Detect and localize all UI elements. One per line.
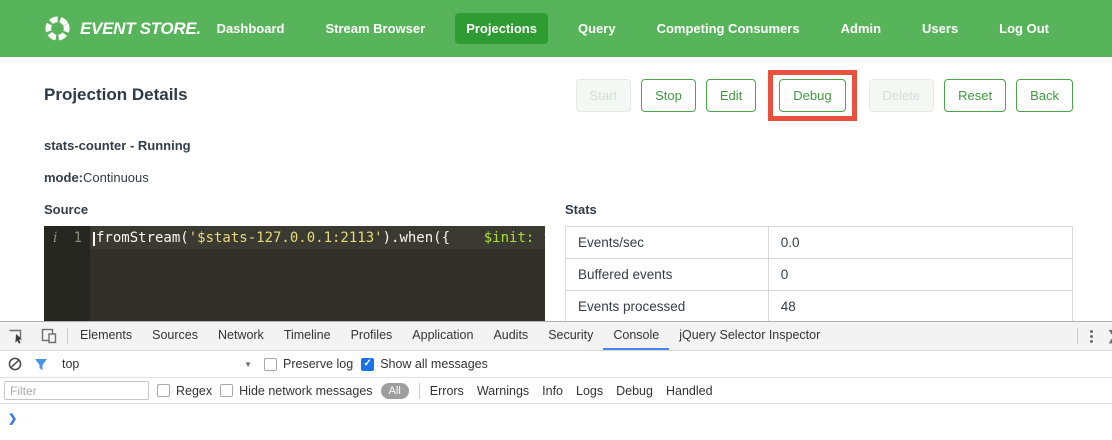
filter-icon[interactable] — [32, 358, 50, 371]
gutter-annotation-marker: i — [53, 228, 57, 249]
stat-value: 48 — [768, 291, 1072, 323]
code-plain-2: ).when({ — [383, 230, 484, 246]
table-row: Events/sec 0.0 — [566, 227, 1073, 259]
debug-highlight-box: Debug — [768, 70, 856, 121]
divider — [67, 328, 68, 344]
console-prompt-chevron: ❯ — [8, 413, 17, 425]
devtools-menu-icon[interactable] — [1080, 330, 1103, 343]
tab-elements[interactable]: Elements — [70, 322, 142, 350]
start-button[interactable]: Start — [576, 79, 631, 112]
tab-application[interactable]: Application — [402, 322, 483, 350]
code-line-1: fromStream('$stats-127.0.0.1:2113').when… — [90, 226, 545, 249]
console-filter-bar: Regex Hide network messages All Errors W… — [0, 378, 1112, 404]
nav-item-stream-browser[interactable]: Stream Browser — [314, 13, 436, 44]
tab-jquery-selector-inspector[interactable]: jQuery Selector Inspector — [669, 322, 830, 350]
projection-status: stats-counter - Running — [44, 138, 1073, 153]
tab-audits[interactable]: Audits — [483, 322, 538, 350]
reset-button[interactable]: Reset — [944, 79, 1006, 112]
main-content: Projection Details Start Stop Edit Debug… — [0, 75, 1112, 355]
nav-item-projections[interactable]: Projections — [455, 13, 548, 44]
code-init-token: $init: — [484, 230, 543, 246]
inspect-element-icon[interactable] — [0, 322, 33, 350]
app-header: EVENT STORE. Dashboard Stream Browser Pr… — [0, 0, 1112, 57]
source-code-editor[interactable]: i 1 fromStream('$stats-127.0.0.1:2113').… — [44, 226, 545, 336]
table-row: Buffered events 0 — [566, 259, 1073, 291]
hide-network-messages-checkbox[interactable] — [220, 384, 233, 397]
devtools-panel: Elements Sources Network Timeline Profil… — [0, 321, 1112, 440]
regex-label: Regex — [176, 384, 212, 398]
preserve-log-label: Preserve log — [283, 357, 353, 371]
logo-text: EVENT STORE. — [80, 19, 201, 39]
stat-label: Buffered events — [566, 259, 769, 291]
filter-level-handled[interactable]: Handled — [666, 384, 713, 398]
event-store-logo[interactable]: EVENT STORE. — [44, 15, 201, 42]
filter-level-info[interactable]: Info — [542, 384, 563, 398]
hide-network-messages-label: Hide network messages — [239, 384, 372, 398]
delete-button[interactable]: Delete — [869, 79, 935, 112]
filter-input[interactable] — [4, 381, 149, 400]
table-row: Events processed 48 — [566, 291, 1073, 323]
regex-checkbox[interactable] — [157, 384, 170, 397]
stat-label: Events processed — [566, 291, 769, 323]
filter-level-logs[interactable]: Logs — [576, 384, 603, 398]
nav-item-query[interactable]: Query — [567, 13, 627, 44]
stat-value: 0 — [768, 259, 1072, 291]
clear-console-icon[interactable] — [6, 357, 24, 371]
nav-item-log-out[interactable]: Log Out — [988, 13, 1060, 44]
code-plain-1: fromStream( — [96, 230, 189, 246]
line-number: 1 — [74, 228, 82, 249]
edit-button[interactable]: Edit — [706, 79, 756, 112]
code-area[interactable]: fromStream('$stats-127.0.0.1:2113').when… — [90, 226, 545, 336]
debug-button[interactable]: Debug — [779, 79, 845, 112]
mode-label: mode: — [44, 170, 83, 185]
mode-value: Continuous — [83, 170, 149, 185]
stop-button[interactable]: Stop — [641, 79, 696, 112]
stat-label: Events/sec — [566, 227, 769, 259]
nav-item-competing-consumers[interactable]: Competing Consumers — [646, 13, 811, 44]
editor-caret — [93, 232, 95, 246]
console-toolbar: top ▼ Preserve log ✓ Show all messages — [0, 351, 1112, 378]
console-input-area[interactable]: ❯ — [0, 404, 1112, 440]
context-value: top — [62, 357, 79, 371]
show-all-messages-checkbox[interactable]: ✓ — [361, 358, 374, 371]
filter-level-debug[interactable]: Debug — [616, 384, 653, 398]
device-toolbar-icon[interactable] — [33, 322, 65, 350]
stats-heading: Stats — [565, 202, 1073, 217]
editor-gutter: i 1 — [44, 226, 90, 336]
action-buttons: Start Stop Edit Debug Delete Reset Back — [576, 79, 1073, 112]
show-all-messages-label: Show all messages — [380, 357, 488, 371]
tab-security[interactable]: Security — [538, 322, 603, 350]
filter-all-badge[interactable]: All — [381, 383, 409, 399]
tab-sources[interactable]: Sources — [142, 322, 208, 350]
filter-level-warnings[interactable]: Warnings — [477, 384, 529, 398]
devtools-tab-bar: Elements Sources Network Timeline Profil… — [0, 322, 1112, 351]
code-function-keyword: fu — [543, 230, 545, 246]
stat-value: 0.0 — [768, 227, 1072, 259]
execution-context-selector[interactable]: top ▼ — [58, 355, 256, 373]
divider — [419, 383, 420, 399]
preserve-log-checkbox[interactable] — [264, 358, 277, 371]
chevron-down-icon: ▼ — [244, 360, 252, 369]
nav-item-users[interactable]: Users — [911, 13, 969, 44]
code-string: '$stats-127.0.0.1:2113' — [189, 230, 383, 246]
main-nav: Dashboard Stream Browser Projections Que… — [206, 13, 1060, 44]
event-store-ring-icon — [44, 15, 71, 42]
tab-network[interactable]: Network — [208, 322, 274, 350]
page-title: Projection Details — [44, 85, 188, 105]
projection-mode: mode:Continuous — [44, 170, 1073, 185]
log-level-filters: Errors Warnings Info Logs Debug Handled — [430, 384, 713, 398]
tab-console[interactable]: Console — [603, 322, 669, 350]
filter-level-errors[interactable]: Errors — [430, 384, 464, 398]
nav-item-admin[interactable]: Admin — [830, 13, 892, 44]
nav-item-dashboard[interactable]: Dashboard — [206, 13, 296, 44]
source-heading: Source — [44, 202, 545, 217]
devtools-chevron-icon[interactable]: ❯ — [1103, 328, 1112, 344]
back-button[interactable]: Back — [1016, 79, 1073, 112]
tab-timeline[interactable]: Timeline — [274, 322, 341, 350]
divider — [1077, 328, 1078, 344]
tab-profiles[interactable]: Profiles — [341, 322, 403, 350]
